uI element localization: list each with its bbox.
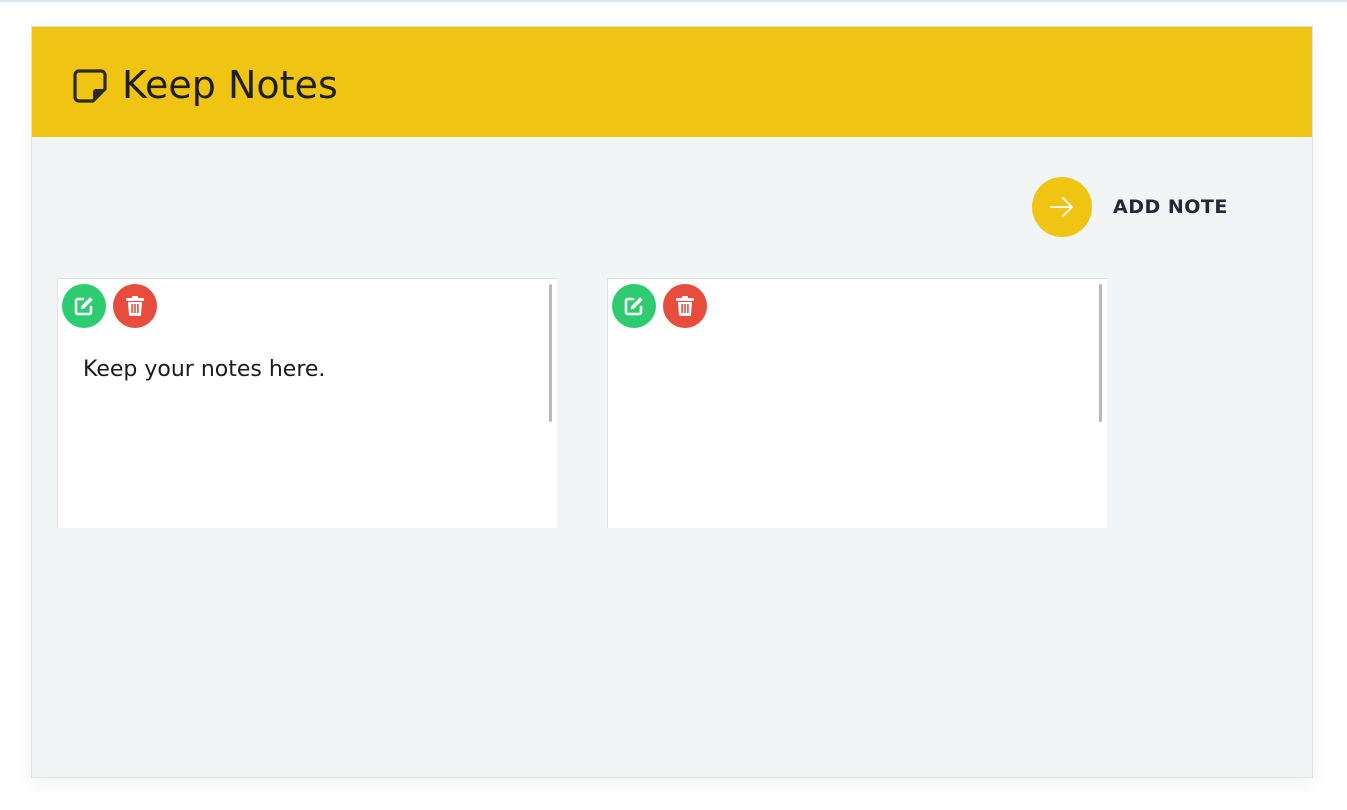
edit-icon — [74, 297, 93, 316]
add-note-button[interactable]: ADD NOTE — [1032, 177, 1228, 237]
trash-icon — [676, 296, 694, 317]
app-container: Keep Notes ADD NOTE Keep your notes here… — [31, 26, 1313, 778]
note-text[interactable]: Keep your notes here. — [83, 355, 523, 385]
trash-icon — [126, 296, 144, 317]
note-scrollbar[interactable] — [549, 284, 552, 422]
note-actions — [612, 284, 707, 328]
delete-note-button[interactable] — [113, 284, 157, 328]
note-actions — [62, 284, 157, 328]
note-card: Keep your notes here. — [57, 278, 557, 528]
note-card — [607, 278, 1107, 528]
top-divider — [0, 0, 1347, 2]
arrow-right-icon — [1050, 197, 1073, 217]
app-header: Keep Notes — [32, 27, 1312, 137]
delete-note-button[interactable] — [663, 284, 707, 328]
app-title: Keep Notes — [122, 63, 338, 107]
edit-icon — [624, 297, 643, 316]
sticky-note-icon — [73, 69, 107, 103]
edit-note-button[interactable] — [612, 284, 656, 328]
edit-note-button[interactable] — [62, 284, 106, 328]
add-note-label[interactable]: ADD NOTE — [1113, 196, 1228, 218]
note-scrollbar[interactable] — [1099, 284, 1102, 422]
add-note-circle[interactable] — [1032, 177, 1092, 237]
